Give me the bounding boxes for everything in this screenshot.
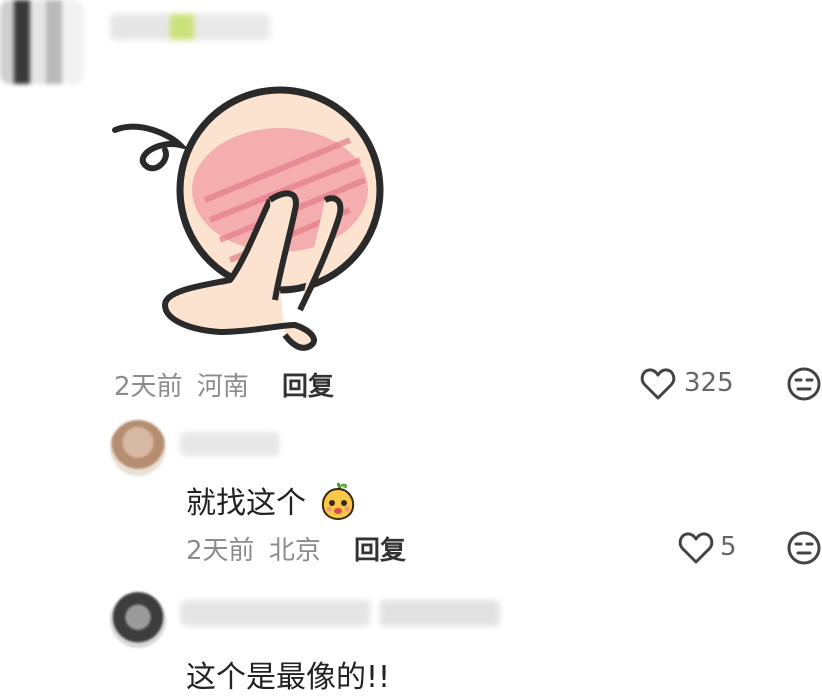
reply-location: 北京	[268, 536, 321, 566]
reply-text-content: 就找这个	[186, 486, 306, 521]
username-blurred[interactable]	[110, 14, 270, 40]
reply-meta: 2天前 北京	[186, 530, 321, 567]
like-count: 5	[720, 532, 737, 562]
sticker-image	[110, 70, 410, 360]
reply-avatar[interactable]	[110, 420, 166, 476]
heart-outline-icon[interactable]	[676, 528, 716, 568]
reply-username-blurred[interactable]	[180, 432, 280, 456]
comment-meta: 2天前 河南	[114, 366, 249, 403]
reply-avatar[interactable]	[110, 592, 166, 648]
heart-outline-icon[interactable]	[638, 364, 678, 404]
reply-text: 这个是最像的!!	[186, 660, 391, 695]
reply-username-blurred[interactable]	[180, 600, 500, 626]
reply-button[interactable]: 回复	[282, 366, 334, 403]
like-count: 325	[684, 368, 734, 398]
meh-face-icon[interactable]	[784, 364, 822, 404]
meh-face-icon[interactable]	[784, 528, 822, 568]
reply-time: 2天前	[186, 536, 255, 566]
comment-location: 河南	[196, 372, 249, 402]
reply-text: 就找这个	[186, 478, 358, 529]
comment-time: 2天前	[114, 372, 183, 402]
avatar[interactable]	[0, 0, 84, 84]
reply-button[interactable]: 回复	[354, 530, 406, 567]
pear-face-emoji	[318, 481, 358, 529]
